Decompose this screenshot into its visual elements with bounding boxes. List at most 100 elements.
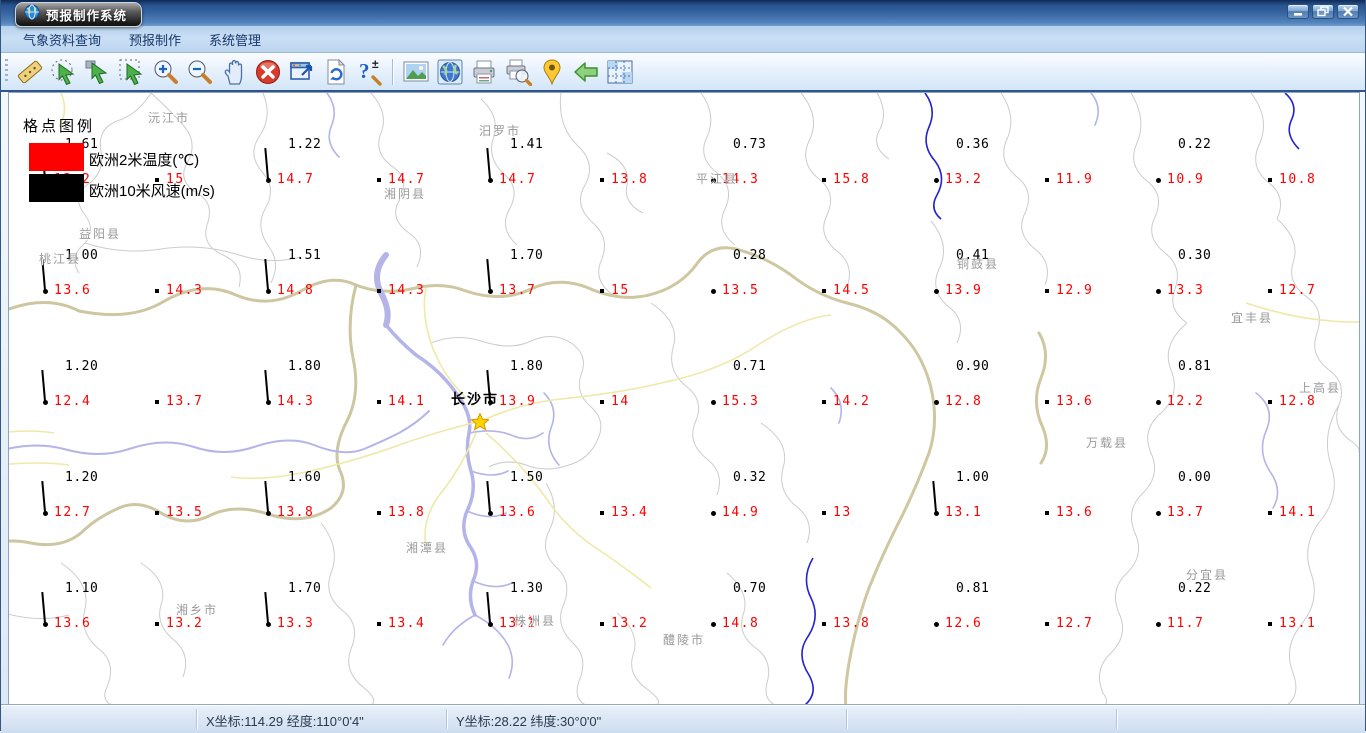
temperature-value: 13.5 [722,283,760,298]
legend-title: 格点图例 [23,118,96,135]
grid-point-dot [933,621,939,627]
temperature-value: 12.2 [1167,394,1205,409]
temperature-value: 15.8 [833,172,871,187]
select-ellipse-icon [50,58,78,86]
title-bar: 预报制作系统 [1,0,1365,27]
grid-point-dot [377,400,381,404]
select-arrow-button[interactable] [81,56,115,88]
restore-button[interactable] [1312,4,1334,19]
grid-point-dot [1155,621,1161,627]
legend-label-temperature: 欧洲2米温度(℃) [89,152,200,169]
grid-point-dot [155,622,159,626]
map-label: 平江县 [696,172,739,186]
zoom-out-button[interactable] [183,56,217,88]
toolbar: ? ± [1,53,1365,90]
temperature-value: 14.1 [388,394,426,409]
status-y-coordinate: Y坐标:28.22 纬度:30°0'0" [456,714,602,729]
city-label-changsha: 长沙市 [451,391,499,407]
grid-point-dot [933,399,939,405]
temperature-value: 12.9 [1056,283,1094,298]
map-label: 湘乡市 [176,603,219,617]
globe-logo-icon [24,4,40,25]
grid-point-dot [1155,510,1161,516]
image-icon [402,58,430,86]
temperature-value: 14.2 [833,394,871,409]
print-button[interactable] [467,56,501,88]
zoom-in-button[interactable] [149,56,183,88]
stop-button[interactable] [251,56,285,88]
grid-point-dot [1045,289,1049,293]
back-arrow-button[interactable] [569,56,603,88]
temperature-value: 12.4 [54,394,92,409]
wind-speed-value: 1.00 [956,470,990,485]
temperature-value: 14.8 [722,616,760,631]
grid-point-dot [1045,178,1049,182]
grid-map-button[interactable] [603,56,637,88]
map-canvas[interactable]: 13.21.611514.71.2214.714.71.4113.814.30.… [8,92,1360,706]
wind-speed-value: 1.20 [65,359,99,374]
image-button[interactable] [399,56,433,88]
wind-speed-value: 0.00 [1178,470,1212,485]
temperature-value: 12.6 [945,616,983,631]
wind-speed-value: 0.71 [733,359,767,374]
wind-speed-value: 0.73 [733,137,767,152]
app-title-tab[interactable]: 预报制作系统 [15,2,143,27]
globe-icon [436,58,464,86]
wind-speed-value: 1.50 [510,470,544,485]
map-label: 醴陵市 [663,633,706,647]
temperature-value: 13.2 [611,616,649,631]
temperature-value: 13.6 [499,505,537,520]
temperature-value: 14.9 [722,505,760,520]
temperature-value: 11.9 [1056,172,1094,187]
grid-point-dot [1155,177,1161,183]
menu-item-3[interactable]: 系统管理 [197,27,273,52]
temperature-value: 10.9 [1167,172,1205,187]
help-zoom-button[interactable]: ? ± [353,56,387,88]
print-preview-button[interactable] [501,56,535,88]
select-box-button[interactable] [115,56,149,88]
map-label: 上高县 [1299,381,1342,395]
map-label: 万载县 [1086,436,1129,450]
grid-map-icon [606,58,634,86]
temperature-value: 13.8 [277,505,315,520]
temperature-value: 13.6 [54,616,92,631]
grid-point-dot [377,178,381,182]
temperature-value: 13.8 [388,505,426,520]
grid-point-dot [1268,622,1272,626]
statusbar-separator [196,709,198,729]
menu-item-1[interactable]: 气象资料查询 [11,27,113,52]
temperature-value: 14.3 [277,394,315,409]
grid-point-dot [710,288,716,294]
temperature-value: 13.2 [945,172,983,187]
wind-speed-value: 0.32 [733,470,767,485]
refresh-page-button[interactable] [319,56,353,88]
close-button[interactable] [1337,4,1359,19]
ruler-icon [16,58,44,86]
temperature-value: 13.5 [166,505,204,520]
select-ellipse-button[interactable] [47,56,81,88]
pan-hand-button[interactable] [217,56,251,88]
window-export-button[interactable] [285,56,319,88]
location-pin-button[interactable] [535,56,569,88]
wind-speed-value: 1.22 [288,137,322,152]
grid-point-dot [1268,178,1272,182]
grid-point-dot [377,622,381,626]
grid-point-dot [1045,622,1049,626]
wind-speed-value: 0.90 [956,359,990,374]
temperature-value: 14.5 [833,283,871,298]
temperature-value: 15.3 [722,394,760,409]
wind-speed-value: 0.22 [1178,581,1212,596]
temperature-value: 13.1 [945,505,983,520]
temperature-value: 14.1 [1279,505,1317,520]
temperature-value: 13.7 [166,394,204,409]
menu-item-2[interactable]: 预报制作 [117,27,193,52]
globe-button[interactable] [433,56,467,88]
wind-speed-value: 1.51 [288,248,322,263]
wind-speed-value: 1.80 [288,359,322,374]
temperature-value: 13.4 [388,616,426,631]
minimize-button[interactable] [1287,4,1309,19]
grid-point-dot [1268,511,1272,515]
ruler-button[interactable] [13,56,47,88]
wind-speed-value: 1.70 [288,581,322,596]
temperature-value: 13.1 [1279,616,1317,631]
